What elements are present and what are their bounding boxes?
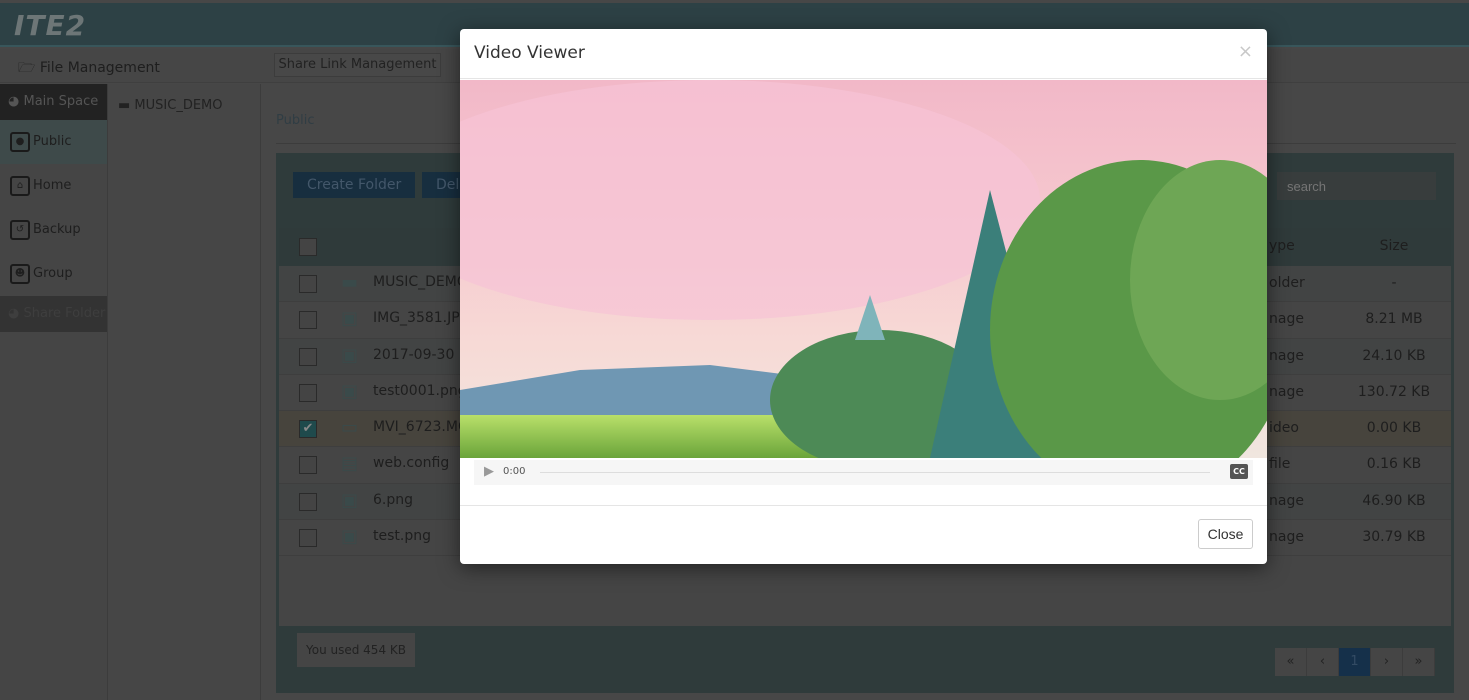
users-icon: ☻ [10, 264, 30, 284]
logo: ITE2 [14, 9, 87, 42]
video-frame [460, 80, 1267, 458]
file-size: 8.21 MB [1365, 311, 1423, 328]
column-type[interactable]: ype [1269, 238, 1295, 254]
modal-header: Video Viewer × [460, 29, 1267, 79]
create-folder-button[interactable]: Create Folder [293, 172, 416, 198]
tree-node-music-demo[interactable]: ▬ MUSIC_DEMO [118, 98, 223, 113]
video-controls: ▶ 0:00 CC [474, 460, 1253, 485]
file-type: nage [1269, 311, 1304, 328]
tree-node-label: MUSIC_DEMO [134, 98, 223, 113]
home-icon: ⌂ [10, 176, 30, 196]
sidebar-item-home[interactable]: ⌂ Home [0, 164, 107, 208]
sidebar-item-public[interactable]: ● Public [0, 120, 107, 164]
file-size: 46.90 KB [1362, 492, 1426, 509]
row-checkbox[interactable]: ✔ [299, 420, 317, 439]
storage-used: You used 454 KB [297, 633, 415, 667]
close-icon[interactable]: × [1238, 41, 1253, 62]
prev-page-button[interactable]: ‹ [1307, 648, 1339, 676]
file-name[interactable]: MVI_6723.MC [373, 419, 468, 435]
file-name[interactable]: web.config [373, 455, 449, 471]
file-size: 30.79 KB [1362, 529, 1426, 546]
pie-chart-icon: ◕ [8, 94, 24, 109]
column-size[interactable]: Size [1319, 238, 1469, 254]
folder-icon: ▬ [341, 272, 359, 293]
share-folder-label: Share Folder [23, 306, 106, 321]
file-size: 0.16 KB [1366, 456, 1422, 473]
file-type: older [1269, 275, 1305, 291]
last-page-button[interactable]: » [1403, 648, 1435, 676]
video-player[interactable] [460, 80, 1267, 458]
file-size: 0.00 KB [1366, 420, 1422, 437]
file-size: 24.10 KB [1362, 347, 1426, 364]
row-checkbox[interactable] [299, 311, 317, 330]
video-time: 0:00 [503, 466, 526, 477]
sidebar-item-label: Public [33, 134, 72, 149]
modal-footer-divider [460, 505, 1267, 506]
image-icon: ▣ [341, 380, 359, 402]
image-icon: ▣ [341, 344, 359, 366]
close-button[interactable]: Close [1198, 519, 1253, 549]
share-link-management-button[interactable]: Share Link Management [274, 53, 441, 77]
video-progress-bar[interactable] [540, 472, 1210, 473]
sidebar: ◕ Main Space ● Public ⌂ Home ↺ Backup ☻ Grou… [0, 84, 108, 700]
modal-title: Video Viewer [474, 43, 585, 63]
page-1-button[interactable]: 1 [1339, 648, 1371, 676]
pie-chart-icon: ◕ [8, 306, 24, 321]
sidebar-item-label: Group [33, 266, 73, 281]
image-icon: ▣ [341, 526, 359, 548]
row-checkbox[interactable] [299, 529, 317, 548]
file-type: nage [1269, 383, 1304, 400]
file-icon: ▤ [341, 453, 359, 475]
file-name[interactable]: 6.png [373, 492, 413, 508]
sidebar-item-backup[interactable]: ↺ Backup [0, 208, 107, 252]
history-icon: ↺ [10, 220, 30, 240]
select-all-checkbox[interactable] [299, 238, 317, 256]
file-name[interactable]: test0001.png [373, 383, 467, 399]
row-checkbox[interactable] [299, 275, 317, 293]
video-icon: ▭ [341, 417, 359, 439]
first-page-button[interactable]: « [1275, 648, 1307, 676]
file-name[interactable]: IMG_3581.JPG [373, 310, 471, 326]
image-icon: ▣ [341, 308, 359, 330]
file-type: file [1269, 456, 1291, 473]
search-input[interactable] [1277, 172, 1436, 200]
file-name[interactable]: test.png [373, 528, 431, 544]
file-type: ideo [1269, 420, 1299, 437]
row-checkbox[interactable] [299, 456, 317, 475]
main-space-header[interactable]: ◕ Main Space [0, 84, 107, 120]
file-type: nage [1269, 347, 1304, 364]
folder-icon: ▬ [118, 98, 135, 113]
file-management-label: File Management [39, 60, 160, 76]
video-viewer-modal: Video Viewer × ▶ 0:00 CC Close [460, 29, 1267, 564]
share-folder-header[interactable]: ◕ Share Folder [0, 296, 107, 332]
folder-open-icon: 🗁 [18, 60, 40, 76]
row-checkbox[interactable] [299, 492, 317, 511]
cc-icon[interactable]: CC [1230, 464, 1248, 479]
globe-icon: ● [10, 132, 30, 152]
file-type: nage [1269, 492, 1304, 509]
next-page-button[interactable]: › [1371, 648, 1403, 676]
file-size: - [1391, 275, 1397, 291]
row-checkbox[interactable] [299, 347, 317, 366]
file-name[interactable]: 2017-09-30 1 [373, 347, 468, 363]
sidebar-item-group[interactable]: ☻ Group [0, 252, 107, 296]
main-space-label: Main Space [23, 94, 99, 109]
play-icon[interactable]: ▶ [484, 464, 494, 479]
image-icon: ▣ [341, 489, 359, 511]
file-size: 130.72 KB [1357, 383, 1431, 400]
pagination: «‹ 1 ›» [1275, 648, 1435, 676]
file-name[interactable]: MUSIC_DEMO [373, 274, 468, 290]
file-management-title: 🗁 File Management [18, 57, 160, 81]
delete-button[interactable]: Dele [422, 172, 468, 198]
folder-tree: ▬ MUSIC_DEMO [108, 84, 261, 700]
sidebar-item-label: Backup [33, 222, 81, 237]
sidebar-item-label: Home [33, 178, 72, 193]
breadcrumb[interactable]: Public [276, 113, 314, 128]
row-checkbox[interactable] [299, 383, 317, 402]
file-type: nage [1269, 529, 1304, 546]
